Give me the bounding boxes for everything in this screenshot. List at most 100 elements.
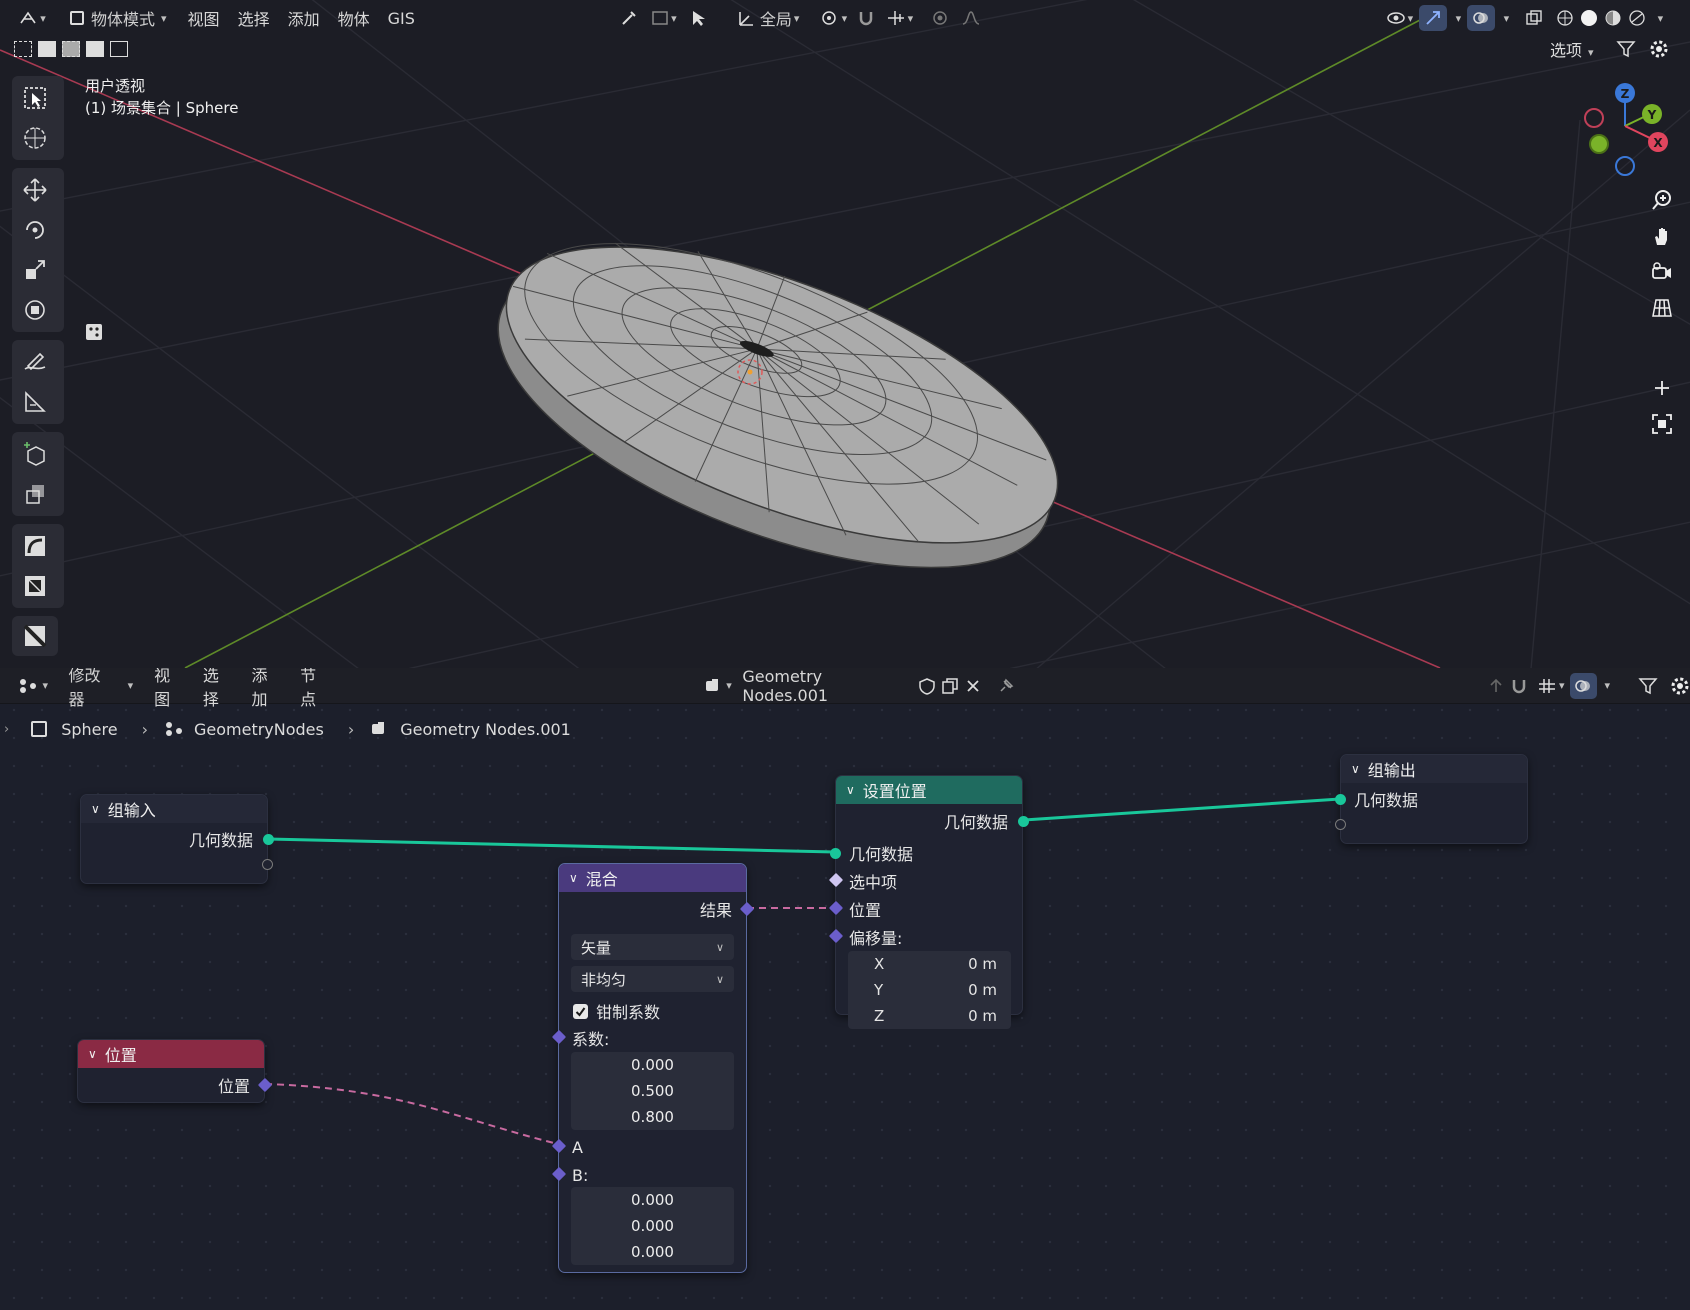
offset-z-field[interactable]: Z 0 m (848, 1003, 1011, 1029)
node-set-position[interactable]: ∨ 设置位置 几何数据 几何数据 选中项 位置 偏移量: X 0 m Y 0 m Z 0… (828, 775, 1029, 1029)
overlay-dropdown[interactable]: ▾ (1495, 5, 1515, 31)
node-group-input[interactable]: ∨ 组输入 几何数据 (80, 794, 274, 884)
ortho-toggle-button[interactable] (1642, 290, 1682, 326)
checkbox-checked-icon[interactable] (573, 1003, 588, 1019)
menu-select[interactable]: 选择 (229, 6, 279, 30)
select-extend-icon[interactable] (38, 41, 56, 57)
editor-type-button[interactable]: ▾ (14, 5, 50, 31)
shading-material[interactable] (1601, 5, 1625, 31)
collapse-icon[interactable]: ∨ (88, 1047, 97, 1061)
empty-output-socket[interactable] (262, 859, 273, 870)
mode-dropdown[interactable]: 物体模式 ▾ (64, 5, 173, 31)
xray-toggle[interactable] (1519, 5, 1549, 31)
gizmo-dropdown[interactable]: ▾ (1447, 5, 1467, 31)
select-intersect-icon[interactable] (110, 41, 128, 57)
select-invert-icon[interactable] (86, 41, 104, 57)
collapse-icon[interactable]: ∨ (1351, 762, 1360, 776)
menu-gis[interactable]: GIS (379, 9, 424, 28)
tool-scale[interactable] (12, 250, 58, 290)
tool-annotate[interactable] (12, 342, 58, 382)
b-x-value[interactable]: 0.000 (571, 1187, 734, 1213)
select-new-icon[interactable] (14, 41, 32, 57)
node-header[interactable]: ∨ 混合 (559, 864, 746, 892)
shading-solid[interactable] (1577, 5, 1601, 31)
filter-icon[interactable] (1615, 39, 1638, 59)
select-box-mode[interactable]: ▾ (644, 5, 684, 31)
b-y-value[interactable]: 0.000 (571, 1213, 734, 1239)
tool-measure[interactable] (12, 382, 58, 422)
zoom-button[interactable] (1642, 182, 1682, 218)
geometry-input-socket[interactable] (1335, 794, 1346, 805)
shading-wireframe[interactable] (1553, 5, 1577, 31)
snap-target-dropdown[interactable]: ▾ (879, 5, 919, 31)
data-type-dropdown[interactable]: 矢量 ∨ (571, 934, 734, 960)
tool-shear[interactable] (12, 526, 58, 566)
pivot-point-dropdown[interactable]: ▾ (813, 5, 853, 31)
b-vector-field[interactable]: 0.000 0.000 0.000 (571, 1187, 734, 1265)
falloff-dropdown[interactable] (953, 5, 989, 31)
node-header[interactable]: ∨ 组输出 (1341, 755, 1527, 783)
transform-orientation-icon-btn[interactable] (732, 5, 760, 31)
camera-view-button[interactable] (1642, 254, 1682, 290)
frame-icon (1652, 414, 1672, 434)
tool-select-box[interactable] (12, 78, 58, 118)
navigation-gizmo[interactable]: Z Y X (1570, 78, 1680, 182)
factor-mode-dropdown[interactable]: 非均匀 ∨ (571, 966, 734, 992)
cursor-tool-button[interactable] (684, 5, 714, 31)
menu-object[interactable]: 物体 (329, 6, 379, 30)
frame-selected-button[interactable] (1642, 406, 1682, 442)
empty-input-socket[interactable] (1335, 819, 1346, 830)
transform-orientation-dropdown[interactable]: 全局 ▾ (760, 5, 800, 31)
tool-knife[interactable] (12, 616, 58, 656)
offset-x-field[interactable]: X 0 m (848, 951, 1011, 977)
shading-rendered[interactable] (1625, 5, 1649, 31)
tool-add-cube[interactable] (12, 434, 58, 474)
factor-z-value[interactable]: 0.800 (571, 1104, 734, 1130)
menu-add[interactable]: 添加 (279, 6, 329, 30)
select-subtract-icon[interactable] (62, 41, 80, 57)
factor-y-value[interactable]: 0.500 (571, 1078, 734, 1104)
factor-x-value[interactable]: 0.000 (571, 1052, 734, 1078)
options-dropdown[interactable]: 选项 ▾ (1550, 37, 1594, 61)
node-mix[interactable]: ∨ 混合 结果 矢量 ∨ 非均匀 ∨ 钳制系数 系数: 0.000 0.500 0.8… (551, 863, 755, 1273)
overlay-toggle[interactable] (1467, 5, 1496, 31)
shading-dropdown[interactable]: ▾ (1649, 5, 1669, 31)
tool-move[interactable] (12, 170, 58, 210)
collapse-icon[interactable]: ∨ (846, 783, 855, 797)
clamp-factor-checkbox[interactable]: 钳制系数 (573, 999, 660, 1023)
geometry-input-socket[interactable] (830, 848, 841, 859)
menu-view[interactable]: 视图 (179, 6, 229, 30)
node-header[interactable]: ∨ 组输入 (81, 795, 267, 823)
geometry-output-socket[interactable] (1018, 816, 1029, 827)
node-editor[interactable]: ▾ 修改器 ▾ 视图 选择 添加 节点 ▾ Geometry Nodes.001 … (0, 668, 1690, 1310)
collapse-icon[interactable]: ∨ (569, 871, 578, 885)
node-header[interactable]: ∨ 位置 (78, 1040, 264, 1068)
proportional-edit-toggle[interactable] (927, 5, 953, 31)
gizmo-toggle[interactable] (1419, 5, 1448, 31)
tool-transform[interactable] (12, 290, 58, 330)
3d-viewport[interactable]: ▾ 物体模式 ▾ 视图 选择 添加 物体 GIS ▾ 全局 ▾ ▾ ▾ ▾ ▾ ▾ … (0, 0, 1690, 668)
offset-y-field[interactable]: Y 0 m (848, 977, 1011, 1003)
tool-inset[interactable] (12, 566, 58, 606)
collapse-icon[interactable]: ∨ (91, 802, 100, 816)
b-z-value[interactable]: 0.000 (571, 1239, 734, 1265)
tool-cursor[interactable] (12, 118, 58, 158)
snap-toggle[interactable] (853, 5, 879, 31)
tool-rotate[interactable] (12, 210, 58, 250)
offset-y-value: 0 m (968, 981, 997, 999)
inset-icon (25, 576, 45, 596)
gear-icon[interactable] (1648, 38, 1670, 60)
chevron-down-icon: ∨ (715, 972, 724, 986)
tool-extrude[interactable] (12, 474, 58, 514)
visibility-dropdown[interactable]: ▾ (1379, 5, 1419, 31)
node-position[interactable]: ∨ 位置 位置 (77, 1039, 273, 1103)
offset-vector-field[interactable]: X 0 m Y 0 m Z 0 m (848, 951, 1011, 1029)
geometry-output-socket[interactable] (263, 834, 274, 845)
sidebar-toggle[interactable] (84, 322, 104, 346)
eyedropper-button[interactable] (614, 5, 644, 31)
pan-button[interactable] (1642, 218, 1682, 254)
factor-vector-field[interactable]: 0.000 0.500 0.800 (571, 1052, 734, 1130)
node-group-output[interactable]: ∨ 组输出 几何数据 (1335, 754, 1528, 844)
node-header[interactable]: ∨ 设置位置 (836, 776, 1022, 804)
add-button[interactable] (1642, 370, 1682, 406)
